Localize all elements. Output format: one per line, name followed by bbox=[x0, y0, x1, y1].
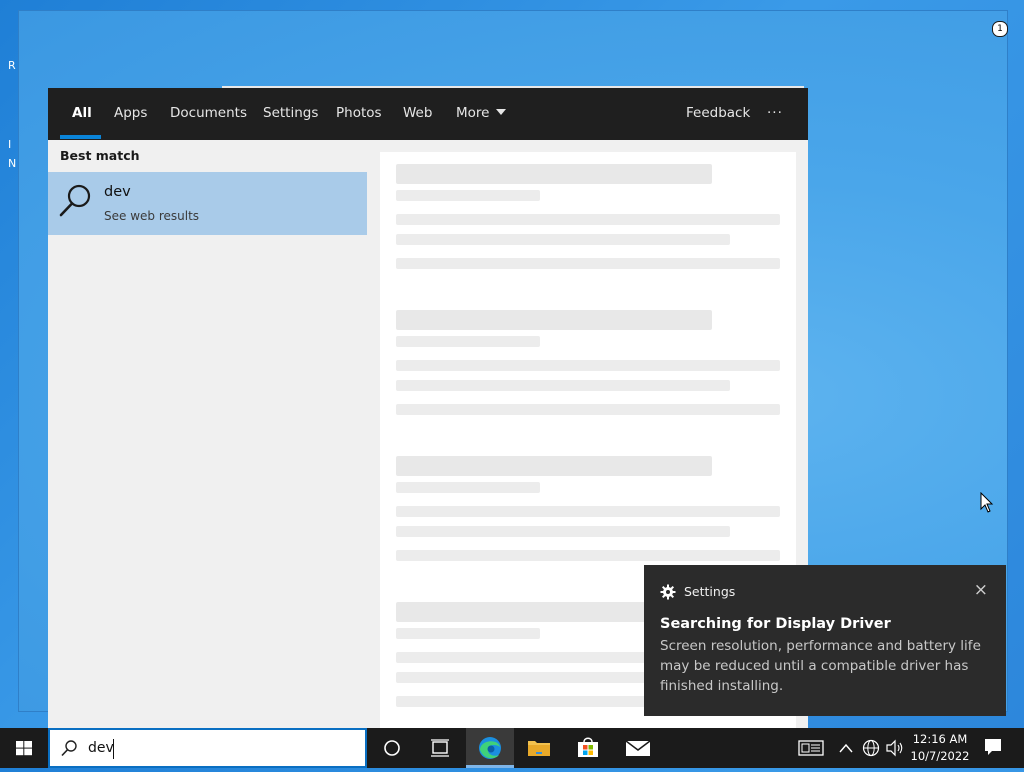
skeleton-line bbox=[396, 190, 540, 201]
notification-body: Screen resolution, performance and batte… bbox=[660, 638, 981, 694]
mouse-cursor-icon bbox=[980, 492, 994, 513]
news-and-interests-icon[interactable] bbox=[798, 740, 824, 756]
gear-icon bbox=[660, 584, 676, 600]
more-options-button[interactable]: ··· bbox=[767, 88, 783, 140]
store-bag-icon bbox=[578, 737, 598, 757]
skeleton-line bbox=[396, 360, 780, 371]
active-tab-indicator bbox=[60, 135, 101, 139]
search-tab-bar: All Apps Documents Settings Photos Web M… bbox=[48, 88, 808, 140]
desktop-edge-text: I bbox=[8, 138, 12, 151]
clock-date: 10/7/2022 bbox=[910, 749, 970, 763]
desktop-edge-text: R bbox=[8, 59, 16, 72]
action-center-button[interactable] bbox=[978, 728, 1024, 768]
mail-envelope-icon bbox=[625, 740, 651, 756]
skeleton-line bbox=[396, 526, 730, 537]
taskbar-clock[interactable]: 12:16 AM 10/7/2022 bbox=[906, 731, 974, 765]
skeleton-title bbox=[396, 164, 712, 184]
result-subtitle: See web results bbox=[104, 209, 200, 223]
feedback-button[interactable]: Feedback bbox=[686, 88, 750, 140]
skeleton-line bbox=[396, 234, 730, 245]
skeleton-line bbox=[396, 628, 540, 639]
clock-time: 12:16 AM bbox=[912, 732, 968, 746]
mail-button[interactable] bbox=[613, 728, 661, 768]
file-explorer-button[interactable] bbox=[515, 728, 563, 768]
tab-more[interactable]: More bbox=[456, 88, 507, 140]
network-globe-icon[interactable] bbox=[862, 739, 880, 757]
tab-all[interactable]: All bbox=[72, 88, 92, 140]
skeleton-line bbox=[396, 380, 730, 391]
task-view-icon bbox=[431, 739, 449, 757]
search-icon bbox=[59, 184, 91, 217]
skeleton-line bbox=[396, 258, 780, 269]
tab-documents[interactable]: Documents bbox=[170, 88, 247, 140]
result-title: dev bbox=[104, 184, 131, 200]
tab-settings[interactable]: Settings bbox=[263, 88, 318, 140]
folder-icon bbox=[528, 741, 550, 756]
microsoft-store-button[interactable] bbox=[564, 728, 612, 768]
tab-apps[interactable]: Apps bbox=[114, 88, 147, 140]
best-match-heading: Best match bbox=[60, 148, 140, 163]
edge-browser-icon bbox=[479, 737, 501, 759]
windows-logo-icon bbox=[16, 741, 32, 756]
skeleton-line bbox=[396, 482, 540, 493]
skeleton-line bbox=[396, 404, 780, 415]
volume-icon[interactable] bbox=[885, 739, 905, 757]
task-view-button[interactable] bbox=[416, 728, 464, 768]
skeleton-line bbox=[396, 550, 780, 561]
skeleton-line bbox=[396, 214, 780, 225]
skeleton-title bbox=[396, 456, 712, 476]
search-icon bbox=[61, 740, 77, 757]
notification-count-badge: 1 bbox=[992, 21, 1008, 37]
notification-toast[interactable]: Settings × Searching for Display Driver … bbox=[644, 565, 1006, 716]
chevron-down-icon bbox=[496, 109, 507, 115]
taskbar-search-box[interactable]: dev bbox=[48, 728, 367, 768]
best-match-result[interactable]: dev See web results bbox=[48, 172, 367, 235]
edge-browser-button[interactable] bbox=[466, 728, 514, 768]
close-icon[interactable]: × bbox=[974, 580, 988, 600]
tab-more-label: More bbox=[456, 105, 490, 121]
search-input[interactable]: dev bbox=[88, 740, 114, 756]
text-caret bbox=[113, 739, 114, 759]
tab-photos[interactable]: Photos bbox=[336, 88, 382, 140]
cortana-button[interactable] bbox=[368, 728, 416, 768]
cortana-circle-icon bbox=[384, 740, 400, 756]
notification-app-name: Settings bbox=[684, 584, 736, 599]
desktop-edge-text: N bbox=[8, 157, 17, 170]
skeleton-line bbox=[396, 506, 780, 517]
notification-title: Searching for Display Driver bbox=[660, 616, 891, 632]
action-center-icon bbox=[985, 739, 1001, 755]
skeleton-title bbox=[396, 310, 712, 330]
skeleton-line bbox=[396, 336, 540, 347]
chevron-up-icon[interactable] bbox=[839, 742, 853, 754]
tab-web[interactable]: Web bbox=[403, 88, 432, 140]
start-button[interactable] bbox=[0, 728, 48, 768]
taskbar: dev 12:16 AM 10/7/2022 bbox=[0, 728, 1024, 768]
